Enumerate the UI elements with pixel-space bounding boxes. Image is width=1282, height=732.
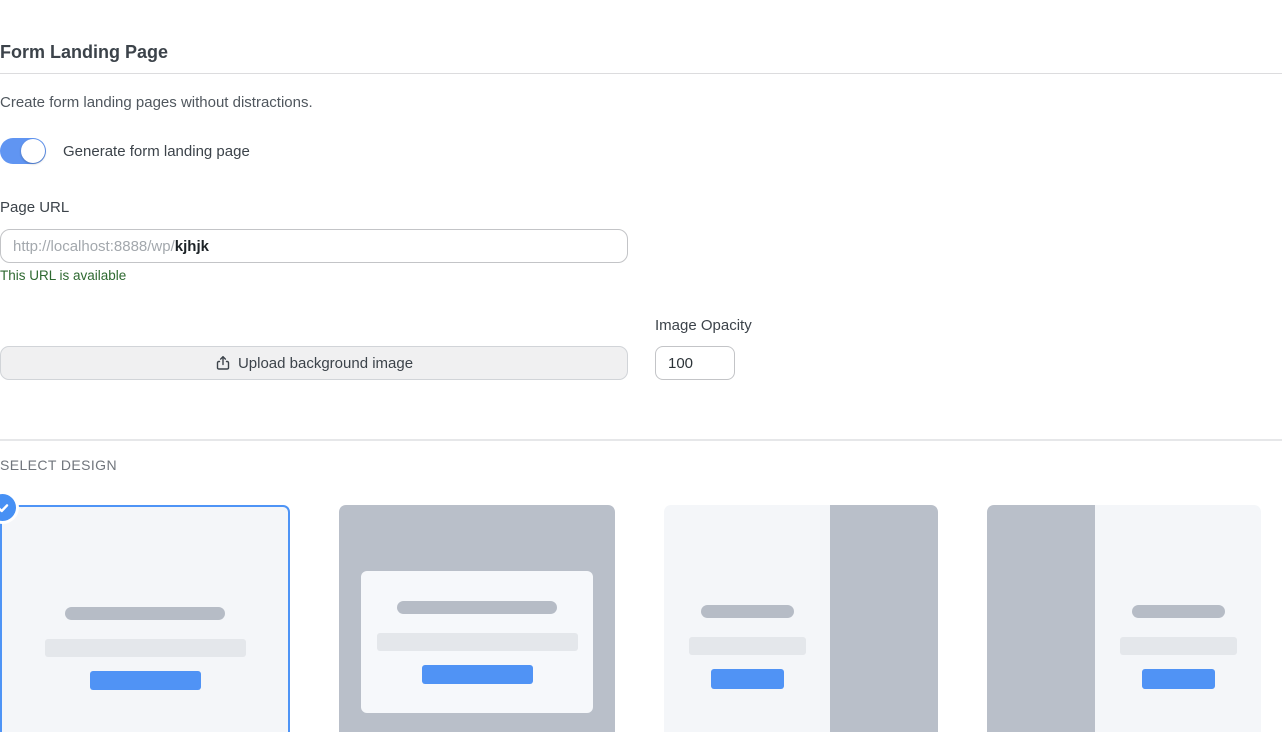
mock-button-bar <box>422 665 533 684</box>
design-card-boxed[interactable] <box>339 505 615 732</box>
mock-field-bar <box>1120 637 1237 655</box>
toggle-knob <box>21 139 45 163</box>
mock-field-bar <box>45 639 246 657</box>
mock-title-bar <box>397 601 557 614</box>
mock-button-bar <box>711 669 784 689</box>
mock-field-bar <box>689 637 806 655</box>
section-divider <box>0 439 1282 441</box>
page-url-label: Page URL <box>0 199 1282 217</box>
mock-button-bar <box>90 671 201 690</box>
check-icon <box>0 494 16 521</box>
design-picker <box>0 505 1282 732</box>
generate-toggle-label: Generate form landing page <box>63 143 250 160</box>
design-preview <box>1095 605 1261 689</box>
mock-title-bar <box>701 605 794 618</box>
mock-title-bar <box>65 607 225 620</box>
mock-field-bar <box>377 633 578 651</box>
page-url-input[interactable]: http://localhost:8888/wp/kjhjk <box>0 229 628 263</box>
image-opacity-label: Image Opacity <box>655 317 752 335</box>
upload-icon <box>215 355 231 371</box>
url-availability-status: This URL is available <box>0 268 1282 284</box>
upload-background-image-button[interactable]: Upload background image <box>0 346 628 380</box>
upload-button-label: Upload background image <box>238 355 413 372</box>
section-header: Form Landing Page <box>0 40 1282 74</box>
design-preview <box>2 607 288 690</box>
image-opacity-input[interactable] <box>655 346 735 380</box>
generate-landing-page-toggle[interactable] <box>0 138 46 164</box>
image-opacity-group: Image Opacity <box>655 317 752 380</box>
design-card-centered[interactable] <box>0 505 290 732</box>
design-card-image-right[interactable] <box>664 505 938 732</box>
design-card-image-left[interactable] <box>987 505 1261 732</box>
generate-toggle-row: Generate form landing page <box>0 138 1282 164</box>
page-subtitle: Create form landing pages without distra… <box>0 94 1282 112</box>
mock-button-bar <box>1142 669 1215 689</box>
select-design-heading: SELECT DESIGN <box>0 457 1282 473</box>
form-landing-page-settings: Form Landing Page Create form landing pa… <box>0 40 1282 732</box>
page-url-prefix: http://localhost:8888/wp/ <box>13 238 175 255</box>
design-preview-form-side <box>664 505 830 732</box>
page-title: Form Landing Page <box>0 40 1282 64</box>
design-preview-panel <box>361 571 593 713</box>
design-preview-form-side <box>1095 505 1261 732</box>
page-url-value: kjhjk <box>175 238 209 255</box>
design-preview-image-side <box>987 505 1095 732</box>
design-preview <box>664 605 830 689</box>
design-preview <box>361 601 593 684</box>
design-preview-image-side <box>830 505 938 732</box>
mock-title-bar <box>1132 605 1225 618</box>
background-image-row: Upload background image Image Opacity <box>0 317 1282 380</box>
